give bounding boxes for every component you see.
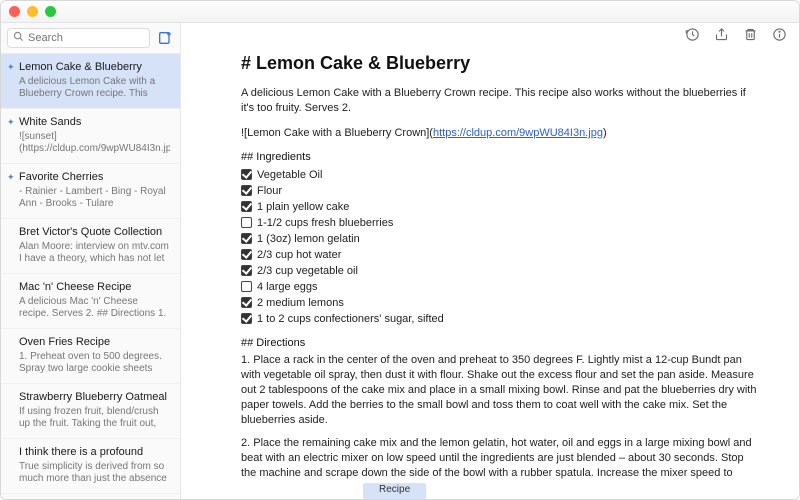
ingredient-item: 4 large eggs: [241, 279, 759, 295]
direction-step: 2. Place the remaining cake mix and the …: [241, 436, 759, 483]
ingredient-item: 1 to 2 cups confectioners' sugar, sifted: [241, 311, 759, 327]
list-item[interactable]: ✦ Favorite Cherries - Rainier - Lambert - …: [1, 164, 180, 219]
list-item[interactable]: Mac 'n' Cheese Recipe A delicious Mac 'n'…: [1, 274, 180, 329]
status-bar: Recipe: [181, 483, 799, 499]
list-item-title: Mac 'n' Cheese Recipe: [19, 281, 170, 294]
ingredient-item: 1-1/2 cups fresh blueberries: [241, 215, 759, 231]
list-item-title: Strawberry Blueberry Oatmeal: [19, 391, 170, 404]
list-item-title: Lemon Cake & Blueberry: [19, 61, 170, 74]
share-icon[interactable]: [714, 27, 729, 45]
ingredient-item: Flour: [241, 183, 759, 199]
list-item-excerpt: Alan Moore: interview on mtv.com I have …: [19, 241, 170, 265]
pin-icon: ✦: [7, 172, 15, 183]
direction-step: 1. Place a rack in the center of the ove…: [241, 353, 759, 428]
new-note-button[interactable]: [156, 29, 174, 47]
list-item[interactable]: I think there is a profound True simplici…: [1, 439, 180, 494]
search-input[interactable]: [28, 32, 144, 44]
list-item-title: Oven Fries Recipe: [19, 336, 170, 349]
list-item-excerpt: - Rainier - Lambert - Bing - Royal Ann -…: [19, 186, 170, 210]
checkbox-icon[interactable]: [241, 281, 252, 292]
ingredient-item: 2/3 cup hot water: [241, 247, 759, 263]
zoom-window-button[interactable]: [45, 6, 56, 17]
ingredient-text: 2 medium lemons: [257, 295, 344, 311]
ingredient-item: 2/3 cup vegetable oil: [241, 263, 759, 279]
history-icon[interactable]: [685, 27, 700, 45]
checkbox-icon[interactable]: [241, 297, 252, 308]
trash-icon[interactable]: [743, 27, 758, 45]
info-icon[interactable]: [772, 27, 787, 45]
notes-list: ✦ Lemon Cake & Blueberry A delicious Lemon…: [1, 54, 180, 499]
checkbox-icon[interactable]: [241, 217, 252, 228]
list-item-excerpt: True simplicity is derived from so much …: [19, 461, 170, 485]
list-item[interactable]: Oven Fries Recipe 1. Preheat oven to 500 …: [1, 329, 180, 384]
note-image-markdown: ![Lemon Cake with a Blueberry Crown](htt…: [241, 126, 759, 141]
list-item-title: Favorite Cherries: [19, 171, 170, 184]
note-heading: # Lemon Cake & Blueberry: [241, 53, 759, 74]
search-icon: [13, 31, 24, 45]
list-item[interactable]: Strawberry Blueberry Oatmeal If using fro…: [1, 384, 180, 439]
list-item-title: White Sands: [19, 116, 170, 129]
search-field[interactable]: [7, 28, 150, 48]
note-toolbar: [181, 23, 799, 49]
note-intro: A delicious Lemon Cake with a Blueberry …: [241, 86, 759, 116]
ingredient-text: 1 (3oz) lemon gelatin: [257, 231, 360, 247]
list-item-title: Bret Victor's Quote Collection: [19, 226, 170, 239]
note-content[interactable]: # Lemon Cake & Blueberry A delicious Lem…: [181, 49, 799, 483]
checkbox-icon[interactable]: [241, 313, 252, 324]
list-item-excerpt: ![sunset](https://cldup.com/9wpWU84I3n.j…: [19, 131, 170, 155]
checkbox-icon[interactable]: [241, 249, 252, 260]
ingredient-text: 2/3 cup hot water: [257, 247, 341, 263]
ingredient-text: Flour: [257, 183, 282, 199]
list-item[interactable]: ✦ Lemon Cake & Blueberry A delicious Lemon…: [1, 54, 180, 109]
ingredient-text: Vegetable Oil: [257, 167, 322, 183]
ingredient-item: 2 medium lemons: [241, 295, 759, 311]
list-item-excerpt: If using frozen fruit, blend/crush up th…: [19, 406, 170, 430]
list-item[interactable]: Groatuit (Green Oat Fruit)To make the fl…: [1, 494, 180, 499]
list-item-excerpt: A delicious Lemon Cake with a Blueberry …: [19, 76, 170, 100]
list-item[interactable]: ✦ White Sands ![sunset](https://cldup.com/…: [1, 109, 180, 164]
ingredients-heading: ## Ingredients: [241, 151, 759, 163]
image-link[interactable]: https://cldup.com/9wpWU84I3n.jpg: [433, 127, 603, 139]
directions-heading: ## Directions: [241, 337, 759, 349]
note-tag[interactable]: Recipe: [363, 483, 426, 499]
ingredient-text: 2/3 cup vegetable oil: [257, 263, 358, 279]
checkbox-icon[interactable]: [241, 233, 252, 244]
checkbox-icon[interactable]: [241, 169, 252, 180]
close-window-button[interactable]: [9, 6, 20, 17]
pin-icon: ✦: [7, 117, 15, 128]
ingredient-item: 1 (3oz) lemon gelatin: [241, 231, 759, 247]
checkbox-icon[interactable]: [241, 185, 252, 196]
ingredient-text: 1 plain yellow cake: [257, 199, 349, 215]
ingredient-item: 1 plain yellow cake: [241, 199, 759, 215]
ingredients-list: Vegetable OilFlour1 plain yellow cake1-1…: [241, 167, 759, 327]
list-item-excerpt: 1. Preheat oven to 500 degrees. Spray tw…: [19, 351, 170, 375]
pin-icon: ✦: [7, 62, 15, 73]
ingredient-text: 4 large eggs: [257, 279, 318, 295]
sidebar: ✦ Lemon Cake & Blueberry A delicious Lemon…: [1, 23, 181, 499]
ingredient-text: 1 to 2 cups confectioners' sugar, sifted: [257, 311, 444, 327]
ingredient-item: Vegetable Oil: [241, 167, 759, 183]
checkbox-icon[interactable]: [241, 265, 252, 276]
titlebar: [1, 1, 799, 23]
checkbox-icon[interactable]: [241, 201, 252, 212]
minimize-window-button[interactable]: [27, 6, 38, 17]
list-item[interactable]: Bret Victor's Quote Collection Alan Moore…: [1, 219, 180, 274]
ingredient-text: 1-1/2 cups fresh blueberries: [257, 215, 393, 231]
window-controls: [9, 6, 56, 17]
list-item-title: I think there is a profound: [19, 446, 170, 459]
list-item-excerpt: A delicious Mac 'n' Cheese recipe. Serve…: [19, 296, 170, 320]
